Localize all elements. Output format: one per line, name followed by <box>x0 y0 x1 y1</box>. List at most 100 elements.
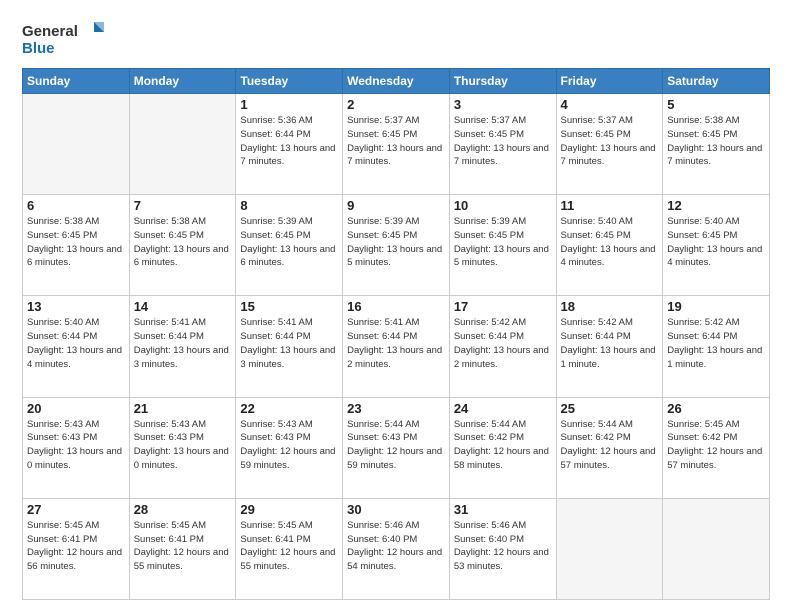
day-number: 24 <box>454 401 552 416</box>
day-number: 12 <box>667 198 765 213</box>
day-number: 8 <box>240 198 338 213</box>
day-info: Sunrise: 5:40 AM Sunset: 6:45 PM Dayligh… <box>667 215 765 270</box>
day-info: Sunrise: 5:38 AM Sunset: 6:45 PM Dayligh… <box>134 215 232 270</box>
weekday-header: Wednesday <box>343 69 450 94</box>
calendar-cell: 25 Sunrise: 5:44 AM Sunset: 6:42 PM Dayli… <box>556 397 663 498</box>
weekday-header: Saturday <box>663 69 770 94</box>
day-number: 22 <box>240 401 338 416</box>
day-info: Sunrise: 5:42 AM Sunset: 6:44 PM Dayligh… <box>667 316 765 371</box>
calendar-cell: 29 Sunrise: 5:45 AM Sunset: 6:41 PM Dayli… <box>236 498 343 599</box>
calendar-cell: 4Sunrise: 5:37 AM Sunset: 6:45 PM Daylig… <box>556 94 663 195</box>
calendar-week-row: 27 Sunrise: 5:45 AM Sunset: 6:41 PM Dayli… <box>23 498 770 599</box>
calendar-cell: 23 Sunrise: 5:44 AM Sunset: 6:43 PM Dayli… <box>343 397 450 498</box>
calendar-cell: 16 Sunrise: 5:41 AM Sunset: 6:44 PM Dayli… <box>343 296 450 397</box>
calendar-week-row: 13Sunrise: 5:40 AM Sunset: 6:44 PM Dayli… <box>23 296 770 397</box>
day-info: Sunrise: 5:44 AM Sunset: 6:42 PM Dayligh… <box>454 418 552 473</box>
logo: General Blue <box>22 18 112 60</box>
calendar-cell: 6 Sunrise: 5:38 AM Sunset: 6:45 PM Daylig… <box>23 195 130 296</box>
calendar-cell: 30 Sunrise: 5:46 AM Sunset: 6:40 PM Dayli… <box>343 498 450 599</box>
calendar-cell: 24 Sunrise: 5:44 AM Sunset: 6:42 PM Dayli… <box>449 397 556 498</box>
day-number: 19 <box>667 299 765 314</box>
calendar-cell: 31 Sunrise: 5:46 AM Sunset: 6:40 PM Dayli… <box>449 498 556 599</box>
day-number: 7 <box>134 198 232 213</box>
day-info: Sunrise: 5:43 AM Sunset: 6:43 PM Dayligh… <box>27 418 125 473</box>
calendar-cell: 27 Sunrise: 5:45 AM Sunset: 6:41 PM Dayli… <box>23 498 130 599</box>
day-info: Sunrise: 5:41 AM Sunset: 6:44 PM Dayligh… <box>347 316 445 371</box>
calendar-cell: 20 Sunrise: 5:43 AM Sunset: 6:43 PM Dayli… <box>23 397 130 498</box>
calendar-cell <box>556 498 663 599</box>
calendar-cell: 3 Sunrise: 5:37 AM Sunset: 6:45 PM Daylig… <box>449 94 556 195</box>
calendar-cell <box>129 94 236 195</box>
calendar-cell: 11Sunrise: 5:40 AM Sunset: 6:45 PM Dayli… <box>556 195 663 296</box>
day-info: Sunrise: 5:37 AM Sunset: 6:45 PM Dayligh… <box>561 114 659 169</box>
calendar-cell: 10 Sunrise: 5:39 AM Sunset: 6:45 PM Dayli… <box>449 195 556 296</box>
page: General Blue SundayMondayTuesdayWednesda… <box>0 0 792 612</box>
day-info: Sunrise: 5:41 AM Sunset: 6:44 PM Dayligh… <box>134 316 232 371</box>
weekday-header: Sunday <box>23 69 130 94</box>
day-info: Sunrise: 5:43 AM Sunset: 6:43 PM Dayligh… <box>240 418 338 473</box>
calendar-cell: 5Sunrise: 5:38 AM Sunset: 6:45 PM Daylig… <box>663 94 770 195</box>
svg-text:Blue: Blue <box>22 40 55 57</box>
calendar-cell: 7 Sunrise: 5:38 AM Sunset: 6:45 PM Daylig… <box>129 195 236 296</box>
logo-svg: General Blue <box>22 18 112 60</box>
day-info: Sunrise: 5:40 AM Sunset: 6:45 PM Dayligh… <box>561 215 659 270</box>
day-number: 15 <box>240 299 338 314</box>
day-number: 23 <box>347 401 445 416</box>
calendar-header-row: SundayMondayTuesdayWednesdayThursdayFrid… <box>23 69 770 94</box>
day-number: 26 <box>667 401 765 416</box>
calendar-cell: 15 Sunrise: 5:41 AM Sunset: 6:44 PM Dayli… <box>236 296 343 397</box>
day-info: Sunrise: 5:39 AM Sunset: 6:45 PM Dayligh… <box>454 215 552 270</box>
day-number: 6 <box>27 198 125 213</box>
calendar-cell <box>23 94 130 195</box>
day-info: Sunrise: 5:44 AM Sunset: 6:42 PM Dayligh… <box>561 418 659 473</box>
day-number: 3 <box>454 97 552 112</box>
day-info: Sunrise: 5:44 AM Sunset: 6:43 PM Dayligh… <box>347 418 445 473</box>
day-info: Sunrise: 5:45 AM Sunset: 6:41 PM Dayligh… <box>27 519 125 574</box>
day-number: 25 <box>561 401 659 416</box>
day-info: Sunrise: 5:46 AM Sunset: 6:40 PM Dayligh… <box>347 519 445 574</box>
day-info: Sunrise: 5:43 AM Sunset: 6:43 PM Dayligh… <box>134 418 232 473</box>
weekday-header: Tuesday <box>236 69 343 94</box>
day-number: 10 <box>454 198 552 213</box>
day-number: 9 <box>347 198 445 213</box>
day-number: 2 <box>347 97 445 112</box>
day-number: 27 <box>27 502 125 517</box>
weekday-header: Friday <box>556 69 663 94</box>
calendar-week-row: 1 Sunrise: 5:36 AM Sunset: 6:44 PM Daylig… <box>23 94 770 195</box>
day-info: Sunrise: 5:41 AM Sunset: 6:44 PM Dayligh… <box>240 316 338 371</box>
calendar-table: SundayMondayTuesdayWednesdayThursdayFrid… <box>22 68 770 600</box>
day-number: 20 <box>27 401 125 416</box>
day-number: 21 <box>134 401 232 416</box>
day-info: Sunrise: 5:38 AM Sunset: 6:45 PM Dayligh… <box>667 114 765 169</box>
calendar-cell: 14Sunrise: 5:41 AM Sunset: 6:44 PM Dayli… <box>129 296 236 397</box>
day-info: Sunrise: 5:39 AM Sunset: 6:45 PM Dayligh… <box>347 215 445 270</box>
day-number: 1 <box>240 97 338 112</box>
day-number: 17 <box>454 299 552 314</box>
day-info: Sunrise: 5:39 AM Sunset: 6:45 PM Dayligh… <box>240 215 338 270</box>
calendar-cell: 19 Sunrise: 5:42 AM Sunset: 6:44 PM Dayli… <box>663 296 770 397</box>
day-info: Sunrise: 5:45 AM Sunset: 6:41 PM Dayligh… <box>240 519 338 574</box>
day-info: Sunrise: 5:46 AM Sunset: 6:40 PM Dayligh… <box>454 519 552 574</box>
calendar-cell: 1 Sunrise: 5:36 AM Sunset: 6:44 PM Daylig… <box>236 94 343 195</box>
day-info: Sunrise: 5:38 AM Sunset: 6:45 PM Dayligh… <box>27 215 125 270</box>
day-number: 31 <box>454 502 552 517</box>
day-number: 29 <box>240 502 338 517</box>
day-number: 18 <box>561 299 659 314</box>
day-info: Sunrise: 5:37 AM Sunset: 6:45 PM Dayligh… <box>454 114 552 169</box>
day-info: Sunrise: 5:42 AM Sunset: 6:44 PM Dayligh… <box>561 316 659 371</box>
header: General Blue <box>22 18 770 60</box>
day-info: Sunrise: 5:37 AM Sunset: 6:45 PM Dayligh… <box>347 114 445 169</box>
calendar-week-row: 6 Sunrise: 5:38 AM Sunset: 6:45 PM Daylig… <box>23 195 770 296</box>
calendar-cell: 18 Sunrise: 5:42 AM Sunset: 6:44 PM Dayli… <box>556 296 663 397</box>
day-info: Sunrise: 5:36 AM Sunset: 6:44 PM Dayligh… <box>240 114 338 169</box>
day-info: Sunrise: 5:42 AM Sunset: 6:44 PM Dayligh… <box>454 316 552 371</box>
day-number: 30 <box>347 502 445 517</box>
calendar-cell: 17 Sunrise: 5:42 AM Sunset: 6:44 PM Dayli… <box>449 296 556 397</box>
day-number: 16 <box>347 299 445 314</box>
calendar-cell: 21 Sunrise: 5:43 AM Sunset: 6:43 PM Dayli… <box>129 397 236 498</box>
calendar-cell: 9 Sunrise: 5:39 AM Sunset: 6:45 PM Daylig… <box>343 195 450 296</box>
calendar-cell: 8 Sunrise: 5:39 AM Sunset: 6:45 PM Daylig… <box>236 195 343 296</box>
calendar-week-row: 20 Sunrise: 5:43 AM Sunset: 6:43 PM Dayli… <box>23 397 770 498</box>
day-info: Sunrise: 5:45 AM Sunset: 6:42 PM Dayligh… <box>667 418 765 473</box>
day-info: Sunrise: 5:45 AM Sunset: 6:41 PM Dayligh… <box>134 519 232 574</box>
